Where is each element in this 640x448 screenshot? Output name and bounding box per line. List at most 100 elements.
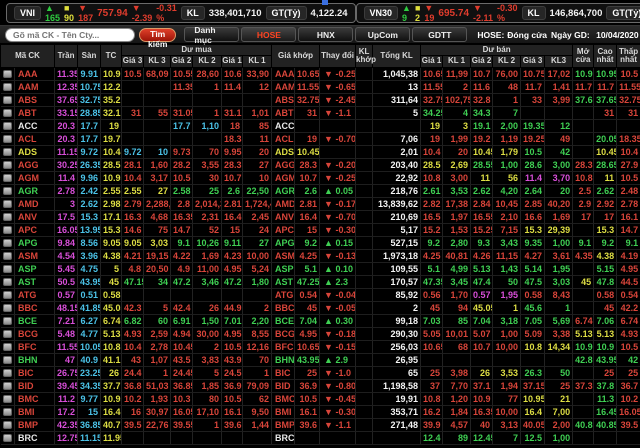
ticker-repeat-cell[interactable]: BBC [271, 301, 296, 315]
row-checkbox[interactable] [2, 134, 12, 143]
ticker-cell[interactable]: BID [14, 379, 56, 393]
ticker-cell[interactable]: AMD [14, 197, 56, 211]
bid-vol-1 [242, 93, 273, 107]
ticker-repeat-cell[interactable]: ABS [271, 93, 296, 107]
ticker-repeat-cell[interactable]: ACL [271, 132, 296, 146]
row-checkbox[interactable] [2, 108, 12, 117]
ticker-repeat-cell[interactable]: AAA [271, 67, 296, 81]
ticker-repeat-cell[interactable]: BCE [271, 314, 296, 328]
row-checkbox[interactable] [2, 355, 12, 364]
ticker-cell[interactable]: ACC [14, 119, 56, 133]
ticker-cell[interactable]: ABS [14, 93, 56, 107]
ticker-repeat-cell[interactable]: BRC [271, 431, 296, 445]
ticker-repeat-cell[interactable]: ADS [271, 145, 296, 159]
ticker-cell[interactable]: BHN [14, 353, 56, 367]
row-checkbox[interactable] [2, 160, 12, 169]
row-checkbox[interactable] [2, 342, 12, 351]
ticker-repeat-cell[interactable]: BFC [271, 340, 296, 354]
ticker-cell[interactable]: APC [14, 223, 56, 237]
ticker-repeat-cell[interactable]: APC [271, 223, 296, 237]
ticker-repeat-cell[interactable]: AAM [271, 80, 296, 94]
ticker-repeat-cell[interactable]: BHN [271, 353, 296, 367]
row-checkbox[interactable] [2, 147, 12, 156]
ticker-repeat-cell[interactable]: APG [271, 236, 296, 250]
row-checkbox[interactable] [2, 303, 12, 312]
tab-gdtt[interactable]: GDTT [412, 27, 468, 42]
row-checkbox[interactable] [2, 407, 12, 416]
ticker-cell[interactable]: BIC [14, 366, 56, 380]
search-button[interactable]: Tìm kiếm [139, 27, 177, 49]
tab-hnx[interactable]: HNX [298, 27, 354, 42]
tab-danh-mục[interactable]: Danh mục [184, 25, 240, 45]
row-checkbox[interactable] [2, 290, 12, 299]
row-checkbox[interactable] [2, 69, 12, 78]
ticker-repeat-cell[interactable]: BMP [271, 418, 296, 432]
row-checkbox[interactable] [2, 316, 12, 325]
ticker-cell[interactable]: ANV [14, 210, 56, 224]
ticker-repeat-cell[interactable]: AGG [271, 158, 296, 172]
checkbox-cell [0, 353, 15, 367]
row-checkbox[interactable] [2, 186, 12, 195]
row-checkbox[interactable] [2, 433, 12, 442]
ticker-cell[interactable]: BMP [14, 418, 56, 432]
row-checkbox[interactable] [2, 82, 12, 91]
ticker-repeat-cell[interactable]: AGR [271, 184, 296, 198]
ticker-repeat-cell[interactable]: ABT [271, 106, 296, 120]
ticker-cell[interactable]: APG [14, 236, 56, 250]
ticker-cell[interactable]: ACL [14, 132, 56, 146]
ticker-cell[interactable]: BRC [14, 431, 56, 445]
ticker-repeat-cell[interactable]: BMC [271, 392, 296, 406]
ticker-repeat-cell[interactable]: AMD [271, 197, 296, 211]
ticker-cell[interactable]: BCG [14, 327, 56, 341]
ticker-cell[interactable]: ASM [14, 249, 56, 263]
row-checkbox[interactable] [2, 212, 12, 221]
ticker-repeat-cell[interactable]: ACC [271, 119, 296, 133]
ticker-repeat-cell[interactable]: AGM [271, 171, 296, 185]
ticker-repeat-cell[interactable]: ATG [271, 288, 296, 302]
row-checkbox[interactable] [2, 225, 12, 234]
ticker-cell[interactable]: BMI [14, 405, 56, 419]
row-checkbox[interactable] [2, 420, 12, 429]
high-cell [593, 431, 618, 445]
ticker-repeat-cell[interactable]: BIC [271, 366, 296, 380]
ticker-cell[interactable]: ATG [14, 288, 56, 302]
row-checkbox[interactable] [2, 329, 12, 338]
ticker-cell[interactable]: BFC [14, 340, 56, 354]
tab-upcom[interactable]: UpCom [355, 27, 411, 42]
ticker-repeat-cell[interactable]: ASM [271, 249, 296, 263]
ticker-cell[interactable]: AGG [14, 158, 56, 172]
row-checkbox[interactable] [2, 173, 12, 182]
row-checkbox[interactable] [2, 394, 12, 403]
row-checkbox[interactable] [2, 368, 12, 377]
search-input[interactable] [5, 27, 135, 42]
ticker-repeat-cell[interactable]: ANV [271, 210, 296, 224]
ask-price-1: 5.1 [420, 262, 444, 276]
ticker-cell[interactable]: AGR [14, 184, 56, 198]
ticker-cell[interactable]: AAM [14, 80, 56, 94]
tab-hose[interactable]: HOSE [241, 27, 297, 42]
row-checkbox[interactable] [2, 264, 12, 273]
ticker-cell[interactable]: ASP [14, 262, 56, 276]
ticker-cell[interactable]: AGM [14, 171, 56, 185]
ticker-repeat-cell[interactable]: ASP [271, 262, 296, 276]
row-checkbox[interactable] [2, 381, 12, 390]
ticker-repeat-cell[interactable]: AST [271, 275, 296, 289]
ticker-cell[interactable]: BMC [14, 392, 56, 406]
row-checkbox[interactable] [2, 95, 12, 104]
bid-vol-3: 3,03 [143, 236, 172, 250]
row-checkbox[interactable] [2, 199, 12, 208]
row-checkbox[interactable] [2, 238, 12, 247]
ticker-repeat-cell[interactable]: BMI [271, 405, 296, 419]
ticker-repeat-cell[interactable]: BCG [271, 327, 296, 341]
ticker-repeat-cell[interactable]: BID [271, 379, 296, 393]
row-checkbox[interactable] [2, 121, 12, 130]
ticker-cell[interactable]: ABT [14, 106, 56, 120]
ticker-cell[interactable]: AAA [14, 67, 56, 81]
vn30-unchanged: 2 [414, 13, 420, 23]
row-checkbox[interactable] [2, 251, 12, 260]
ticker-cell[interactable]: BCE [14, 314, 56, 328]
ticker-cell[interactable]: BBC [14, 301, 56, 315]
ticker-cell[interactable]: AST [14, 275, 56, 289]
ticker-cell[interactable]: ADS [14, 145, 56, 159]
row-checkbox[interactable] [2, 277, 12, 286]
